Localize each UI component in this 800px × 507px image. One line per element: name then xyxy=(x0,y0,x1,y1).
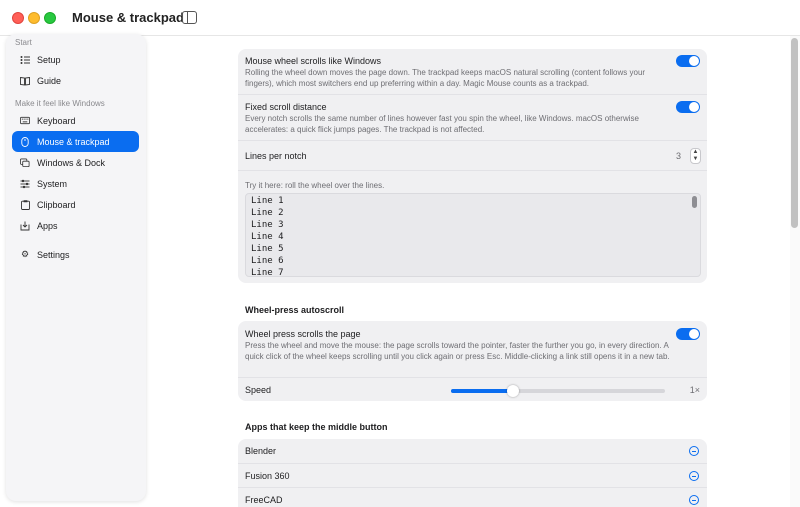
sidebar-item-label: Apps xyxy=(37,220,58,231)
sidebar-item-label: Settings xyxy=(37,249,70,260)
sidebar-item-system[interactable]: System xyxy=(12,173,139,194)
wheel-windows-title: Mouse wheel scrolls like Windows xyxy=(245,56,382,66)
autoscroll-card: Wheel press scrolls the page Press the w… xyxy=(238,321,707,401)
remove-app-icon[interactable] xyxy=(689,495,699,505)
sidebar-item-label: System xyxy=(37,178,68,189)
keyboard-icon xyxy=(20,116,30,126)
gear-icon: ⚙ xyxy=(20,249,30,259)
lines-per-notch-row: Lines per notch 3 ▲ ▼ xyxy=(238,140,707,170)
try-line: Line 6 xyxy=(251,256,284,266)
checklist-icon xyxy=(20,55,30,65)
fixed-distance-title: Fixed scroll distance xyxy=(245,102,327,112)
try-it-scroll-area[interactable]: Line 1 Line 2 Line 3 Line 4 Line 5 Line … xyxy=(245,193,701,277)
wheel-windows-description: Rolling the wheel down moves the page do… xyxy=(245,68,646,88)
clipboard-icon xyxy=(20,199,30,210)
remove-app-icon[interactable] xyxy=(689,446,699,456)
wheel-press-description: Press the wheel and move the mouse: the … xyxy=(245,341,670,361)
sidebar-toggle-icon[interactable] xyxy=(182,11,197,24)
try-it-scrollbar[interactable] xyxy=(692,196,697,208)
middle-button-section-title: Apps that keep the middle button xyxy=(245,422,388,432)
sidebar-item-mouse-trackpad[interactable]: Mouse & trackpad xyxy=(12,131,139,152)
try-it-row: Try it here: roll the wheel over the lin… xyxy=(238,170,707,283)
try-it-label: Try it here: roll the wheel over the lin… xyxy=(245,181,385,190)
try-line: Line 2 xyxy=(251,208,284,218)
try-line: Line 4 xyxy=(251,232,284,242)
remove-app-icon[interactable] xyxy=(689,471,699,481)
close-window-button[interactable] xyxy=(12,12,24,24)
windows-icon xyxy=(20,158,30,168)
sidebar-item-label: Keyboard xyxy=(37,115,76,126)
try-line: Line 3 xyxy=(251,220,284,230)
wheel-press-row: Wheel press scrolls the page Press the w… xyxy=(238,321,707,377)
app-name: Fusion 360 xyxy=(245,471,290,481)
sidebar-section-start: Start xyxy=(15,38,32,47)
fixed-distance-toggle[interactable] xyxy=(676,101,700,113)
lines-per-notch-value: 3 xyxy=(675,151,681,161)
app-row: Fusion 360 xyxy=(238,463,707,487)
middle-button-apps-card: Blender Fusion 360 FreeCAD xyxy=(238,439,707,507)
app-row: FreeCAD xyxy=(238,487,707,507)
speed-row: Speed 1× xyxy=(238,377,707,401)
sidebar-section-windows: Make it feel like Windows xyxy=(15,99,105,108)
lines-per-notch-stepper[interactable]: ▲ ▼ xyxy=(690,148,701,164)
sidebar-item-setup[interactable]: Setup xyxy=(12,49,139,70)
try-line: Line 7 xyxy=(251,268,284,277)
try-line: Line 5 xyxy=(251,244,284,254)
sidebar-item-apps[interactable]: Apps xyxy=(12,215,139,236)
book-icon xyxy=(20,76,30,86)
sidebar-item-settings[interactable]: ⚙ Settings xyxy=(12,244,139,265)
wheel-windows-toggle[interactable] xyxy=(676,55,700,67)
sidebar-item-keyboard[interactable]: Keyboard xyxy=(12,110,139,131)
main-content: Mouse wheel scrolls like Windows Rolling… xyxy=(146,36,790,507)
wheel-press-toggle[interactable] xyxy=(676,328,700,340)
sliders-icon xyxy=(20,179,30,189)
title-bar: Mouse & trackpad xyxy=(0,0,800,36)
speed-slider-knob[interactable] xyxy=(507,385,520,397)
speed-value: 1× xyxy=(689,385,700,395)
wheel-press-title: Wheel press scrolls the page xyxy=(245,329,361,339)
sidebar-item-guide[interactable]: Guide xyxy=(12,70,139,91)
speed-label: Speed xyxy=(245,385,272,395)
page-scrollbar-thumb[interactable] xyxy=(791,38,798,228)
mouse-icon xyxy=(20,136,30,147)
minimize-window-button[interactable] xyxy=(28,12,40,24)
speed-slider[interactable] xyxy=(451,385,665,397)
lines-per-notch-label: Lines per notch xyxy=(245,151,307,161)
wheel-windows-row: Mouse wheel scrolls like Windows Rolling… xyxy=(238,49,707,94)
app-name: FreeCAD xyxy=(245,495,283,505)
sidebar-item-label: Windows & Dock xyxy=(37,157,106,168)
app-row: Blender xyxy=(238,439,707,463)
sidebar: Start Setup Guide Make it feel like Wind… xyxy=(6,34,146,501)
sidebar-item-clipboard[interactable]: Clipboard xyxy=(12,194,139,215)
fixed-distance-description: Every notch scrolls the same number of l… xyxy=(245,114,639,134)
sidebar-item-label: Setup xyxy=(37,54,61,65)
sidebar-item-label: Clipboard xyxy=(37,199,76,210)
speed-slider-fill xyxy=(451,389,514,393)
sidebar-item-label: Guide xyxy=(37,75,62,86)
window-title: Mouse & trackpad xyxy=(72,10,184,25)
try-line: Line 1 xyxy=(251,196,284,206)
apps-icon xyxy=(20,221,30,231)
sidebar-item-windows-dock[interactable]: Windows & Dock xyxy=(12,152,139,173)
fixed-distance-row: Fixed scroll distance Every notch scroll… xyxy=(238,94,707,140)
sidebar-item-label: Mouse & trackpad xyxy=(37,136,110,147)
autoscroll-section-title: Wheel-press autoscroll xyxy=(245,305,345,315)
scrolling-settings-card: Mouse wheel scrolls like Windows Rolling… xyxy=(238,49,707,283)
app-name: Blender xyxy=(245,446,277,456)
zoom-window-button[interactable] xyxy=(44,12,56,24)
